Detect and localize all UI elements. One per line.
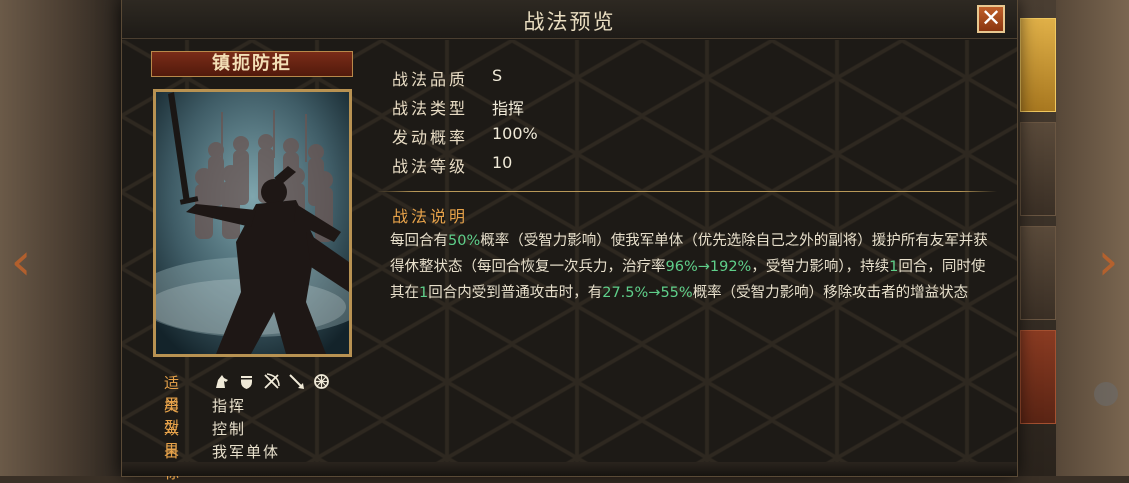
shield-icon	[237, 373, 256, 392]
desc-segment: 概率（受智力影响）移除攻击者的增益状态	[692, 285, 969, 301]
desc-highlight: 1	[419, 285, 429, 301]
dialog-titlebar: 战法预览 ✕	[122, 0, 1017, 39]
side-tab[interactable]	[1020, 226, 1056, 320]
spear-icon	[287, 373, 306, 392]
stat-level-row: 战法等级 10	[392, 153, 692, 177]
stat-quality-value: S	[492, 66, 503, 85]
settings-orb-icon[interactable]	[1094, 382, 1118, 406]
next-arrow-icon[interactable]: ›	[1091, 232, 1125, 292]
archer-icon	[262, 373, 281, 392]
side-tab[interactable]	[1020, 330, 1056, 424]
chariot-icon	[312, 373, 331, 392]
stat-kind-label: 战法类型	[392, 99, 469, 118]
close-button[interactable]: ✕	[977, 5, 1005, 33]
stat-rate-value: 100%	[492, 124, 538, 143]
section-divider	[377, 191, 997, 192]
stat-quality-label: 战法品质	[392, 70, 469, 89]
description-title: 战法说明	[392, 207, 469, 226]
troop-type-icons	[212, 373, 331, 392]
side-tab[interactable]	[1020, 122, 1056, 216]
attr-effect-value: 控制	[212, 420, 247, 438]
side-tab[interactable]	[1020, 18, 1056, 112]
tactic-preview-dialog: 战法预览 ✕ 镇扼防拒 适用 类型 指挥 效果 控制 目 我军单体 战法品质 S…	[122, 0, 1017, 482]
stat-rate-label: 发动概率	[392, 128, 469, 147]
previous-arrow-icon[interactable]: ‹	[4, 232, 38, 292]
attr-target-value: 我军单体	[212, 443, 281, 461]
stat-level-label: 战法等级	[392, 157, 469, 176]
stat-rate-row: 发动概率 100%	[392, 124, 692, 148]
desc-highlight: 96%→192%	[665, 259, 752, 275]
stat-quality-row: 战法品质 S	[392, 66, 692, 90]
attr-type-value: 指挥	[212, 397, 247, 415]
stat-level-value: 10	[492, 153, 513, 172]
desc-segment: 回合内受到普通攻击时，有	[428, 285, 603, 301]
bottom-strip	[122, 462, 1017, 476]
stat-kind-value: 指挥	[492, 99, 525, 118]
desc-highlight: 50%	[448, 233, 481, 249]
description-text: 每回合有50%概率（受智力影响）使我军单体（优先选除自己之外的副将）援护所有友军…	[390, 228, 990, 306]
desc-highlight: 27.5%→55%	[602, 285, 693, 301]
cavalry-icon	[212, 373, 231, 392]
desc-segment: 每回合有	[390, 233, 448, 249]
stat-kind-row: 战法类型 指挥	[392, 95, 692, 119]
tactic-artwork	[153, 89, 352, 357]
dialog-title: 战法预览	[523, 10, 616, 34]
desc-segment: ，受智力影响），持续	[751, 259, 890, 275]
desc-highlight: 1	[889, 259, 899, 275]
tactic-name: 镇扼防拒	[151, 51, 353, 77]
